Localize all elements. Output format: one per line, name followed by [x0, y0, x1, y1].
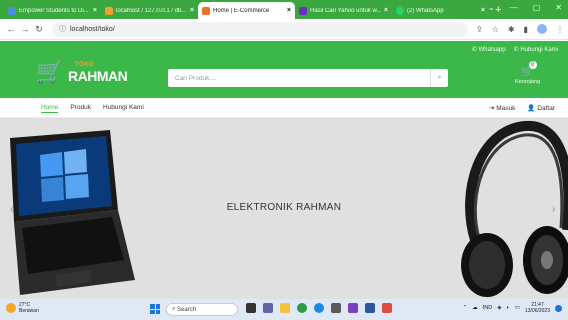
whatsapp-link[interactable]: ✆ Whatsapp: [472, 46, 506, 53]
search-button[interactable]: ⌕: [430, 69, 448, 87]
cloud-icon[interactable]: ☁: [472, 305, 478, 311]
cart-logo-icon: 🛒: [36, 59, 64, 84]
store-icon[interactable]: [331, 303, 341, 313]
tab-favicon-icon: [202, 6, 210, 15]
nav-item-home[interactable]: Home: [41, 104, 59, 113]
cart-button[interactable]: 🛒 0 Keranjang: [515, 61, 541, 85]
window-controls: ⌄ — ▢ ✕: [488, 3, 562, 12]
tab-title: Empower Students to Di...: [19, 7, 89, 14]
tab-favicon-icon: [105, 6, 113, 15]
browser-tab[interactable]: (2) WhatsApp ×: [392, 2, 489, 19]
taskbar-apps: [246, 303, 392, 313]
share-icon[interactable]: ⇪: [476, 25, 483, 34]
close-window-icon[interactable]: ✕: [555, 3, 562, 12]
system-tray: ⌃ ☁ IND ◈ ◐ ▭ 21:47 13/06/2023: [463, 302, 562, 314]
search-input[interactable]: Cari Produk....: [168, 75, 430, 82]
language-indicator[interactable]: IND: [483, 305, 492, 311]
browser-tab[interactable]: Empower Students to Di... ×: [4, 2, 101, 19]
register-link[interactable]: 👤 Daftar: [527, 104, 555, 112]
tab-close-icon[interactable]: ×: [384, 7, 388, 14]
auth-links: ⇥ Masuk 👤 Daftar: [489, 104, 555, 112]
start-icon[interactable]: [150, 304, 160, 314]
tab-title: localhost / 127.0.0.1 / db...: [116, 7, 187, 14]
nav-item-produk[interactable]: Produk: [70, 104, 91, 113]
browser-tab-strip: Empower Students to Di... × localhost / …: [0, 0, 568, 19]
url-text: localhost/toko/: [70, 25, 115, 33]
battery-icon[interactable]: ▭: [515, 305, 520, 311]
profile-avatar[interactable]: [537, 24, 547, 34]
browser-tab[interactable]: Hasil Cari Yahoo untuk w... ×: [295, 2, 392, 19]
menu-icon[interactable]: ⋮: [556, 25, 564, 34]
hero-carousel: ‹ › ELEKTRONIK RAHMAN: [0, 118, 568, 299]
nav-item-hubungi-kami[interactable]: Hubungi Kami: [103, 104, 144, 113]
top-contact-links: ✆ Whatsapp ✆ Hubungi Kami: [472, 46, 558, 53]
taskbar-search[interactable]: ⌕ Search: [166, 303, 238, 316]
weather-widget[interactable]: 27°C Berawan: [6, 302, 39, 314]
tab-favicon-icon: [299, 6, 307, 15]
hero-title: ELEKTRONIK RAHMAN: [226, 202, 342, 213]
notification-icon[interactable]: [555, 304, 562, 312]
product-search: Cari Produk.... ⌕: [168, 69, 448, 87]
tab-title: Hasil Cari Yahoo untuk w...: [310, 7, 381, 14]
cart-label: Keranjang: [515, 79, 541, 85]
tab-search-icon[interactable]: ⌄: [488, 3, 495, 12]
tray-overflow-icon[interactable]: ⌃: [463, 305, 468, 311]
cart-count-badge: 0: [528, 61, 537, 69]
tab-favicon-icon: [396, 6, 404, 15]
browser-tab-active[interactable]: Home | E-Commerce ×: [198, 2, 295, 19]
extensions-icon[interactable]: ✱: [508, 25, 515, 34]
tab-title: (2) WhatsApp: [407, 7, 444, 14]
cart-icon: 🛒 0: [521, 61, 537, 78]
app-icon[interactable]: [382, 303, 392, 313]
url-field[interactable]: ⓘ localhost/toko/: [52, 21, 469, 37]
maximize-icon[interactable]: ▢: [533, 3, 541, 12]
site-info-icon[interactable]: ⓘ: [59, 24, 66, 34]
login-link[interactable]: ⇥ Masuk: [489, 104, 515, 112]
tab-title: Home | E-Commerce: [213, 7, 270, 14]
network-icon[interactable]: ◈: [497, 305, 501, 311]
site-logo[interactable]: 🛒 TOKO RAHMAN: [36, 47, 128, 91]
weather-condition: Berawan: [19, 308, 39, 314]
address-bar-row: ← → ↻ ⓘ localhost/toko/ ⇪ ☆ ✱ ▮ ⋮: [0, 19, 568, 40]
chrome-icon[interactable]: [297, 303, 307, 313]
contact-link[interactable]: ✆ Hubungi Kami: [514, 46, 558, 53]
nav-links: Home Produk Hubungi Kami: [41, 104, 144, 113]
chat-icon[interactable]: [263, 303, 273, 313]
minimize-icon[interactable]: —: [510, 3, 518, 12]
brand-name: RAHMAN: [68, 68, 128, 84]
volume-icon[interactable]: ◐: [506, 305, 509, 311]
back-icon[interactable]: ←: [4, 24, 18, 34]
file-explorer-icon[interactable]: [280, 303, 290, 313]
sidebar-icon[interactable]: ▮: [524, 25, 528, 34]
reload-icon[interactable]: ↻: [32, 24, 46, 35]
edge-icon[interactable]: [314, 303, 324, 313]
os-taskbar: 27°C Berawan ⌕ Search ⌃ ☁ IND ◈ ◐ ▭ 21:4…: [0, 299, 568, 320]
bookmark-star-icon[interactable]: ☆: [492, 25, 499, 34]
browser-toolbar-icons: ⇪ ☆ ✱ ▮ ⋮: [476, 24, 564, 34]
app-icon[interactable]: [348, 303, 358, 313]
tab-close-icon[interactable]: ×: [481, 7, 485, 14]
tab-close-icon[interactable]: ×: [190, 7, 194, 14]
tab-close-icon[interactable]: ×: [287, 7, 291, 14]
tab-favicon-icon: [8, 6, 16, 15]
forward-icon[interactable]: →: [18, 24, 32, 34]
site-header: ✆ Whatsapp ✆ Hubungi Kami 🛒 TOKO RAHMAN …: [0, 41, 568, 98]
tab-close-icon[interactable]: ×: [93, 7, 97, 14]
main-nav: Home Produk Hubungi Kami ⇥ Masuk 👤 Dafta…: [0, 98, 568, 118]
task-view-icon[interactable]: [246, 303, 256, 313]
word-icon[interactable]: [365, 303, 375, 313]
browser-tab[interactable]: localhost / 127.0.0.1 / db... ×: [101, 2, 198, 19]
weather-icon: [6, 303, 16, 313]
clock[interactable]: 21:47 13/06/2023: [525, 302, 550, 314]
